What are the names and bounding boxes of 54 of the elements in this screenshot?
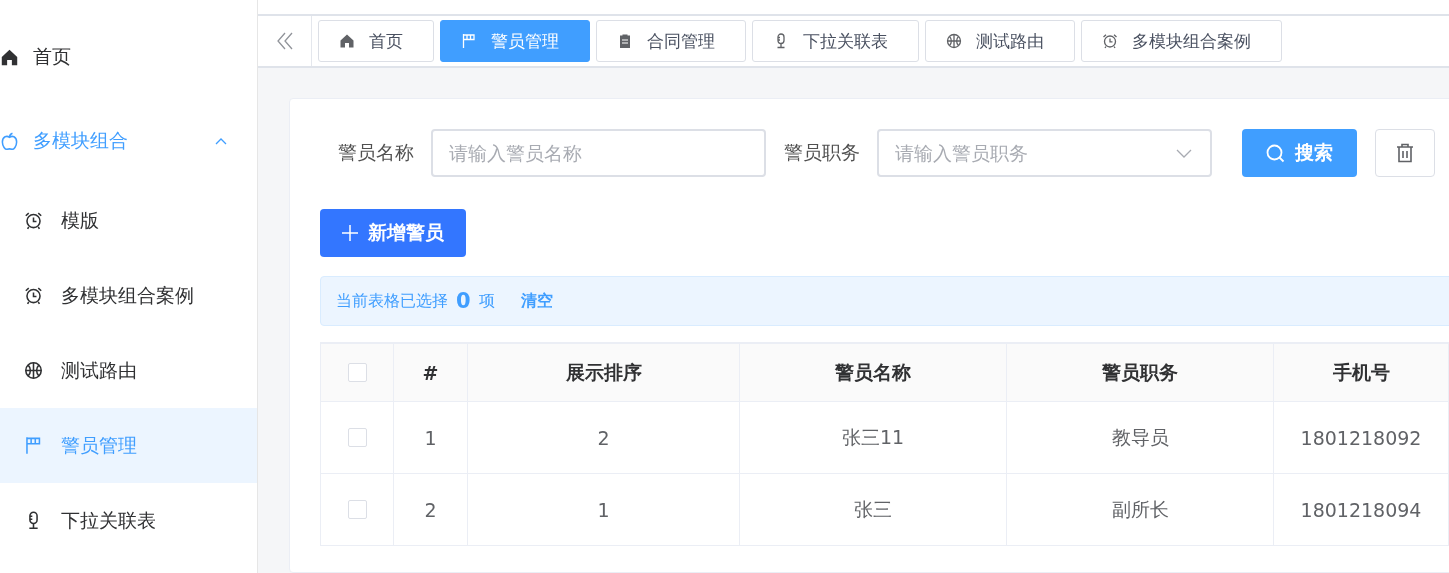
checkbox[interactable] — [347, 363, 367, 382]
basketball-icon — [946, 33, 962, 49]
field-label: 警员职务 — [784, 140, 860, 165]
basketball-icon — [24, 361, 43, 380]
checkbox[interactable] — [347, 428, 367, 447]
column-header: 警员名称 — [740, 344, 1007, 402]
select-field[interactable]: 请输入警员职务 — [877, 129, 1212, 177]
flag-icon — [461, 33, 477, 49]
home-icon — [339, 33, 355, 49]
tab[interactable]: 合同管理 — [596, 20, 746, 62]
selection-text: 项 — [478, 290, 495, 312]
trash-icon — [1396, 143, 1414, 163]
chevron-up-icon — [215, 137, 227, 145]
flag-icon — [24, 436, 43, 455]
table-cell: 1 — [468, 474, 740, 546]
table-cell: 1 — [394, 402, 468, 474]
selection-text: 当前表格已选择 — [336, 290, 448, 312]
table-cell: 副所长 — [1007, 474, 1274, 546]
sidebar-item[interactable]: 模版 — [0, 183, 257, 258]
sidebar-item[interactable]: 下拉关联表 — [0, 483, 257, 558]
collapse-icon[interactable] — [276, 32, 293, 50]
sidebar-item[interactable]: 多模块组合案例 — [0, 258, 257, 333]
sidebar-item[interactable]: 首页 — [0, 15, 257, 99]
tab[interactable]: 测试路由 — [925, 20, 1075, 62]
table-cell: 1801218092 — [1274, 402, 1449, 474]
column-header: 手机号 — [1274, 344, 1449, 402]
selection-count: 0 — [456, 289, 471, 313]
clipboard-icon — [617, 33, 633, 49]
column-header: # — [394, 344, 468, 402]
delete-button[interactable] — [1375, 129, 1435, 177]
tab[interactable]: 多模块组合案例 — [1081, 20, 1282, 62]
sidebar-item[interactable]: 测试路由 — [0, 333, 257, 408]
field-label: 警员名称 — [338, 140, 414, 165]
plus-icon — [342, 225, 358, 241]
chevron-down-icon — [1176, 149, 1192, 158]
table-cell: 2 — [468, 402, 740, 474]
table-cell: 张三 — [740, 474, 1007, 546]
alarm-clock-icon — [24, 286, 43, 305]
apple-icon — [0, 131, 19, 151]
table-cell: 1801218094 — [1274, 474, 1449, 546]
input-field[interactable]: 请输入警员名称 — [431, 129, 766, 177]
tab[interactable]: 下拉关联表 — [752, 20, 919, 62]
column-header: 展示排序 — [468, 344, 740, 402]
alarm-clock-icon — [1102, 33, 1118, 49]
table-cell: 2 — [394, 474, 468, 546]
alarm-clock-icon — [24, 211, 43, 230]
table-cell: 张三11 — [740, 402, 1007, 474]
tab[interactable]: 首页 — [318, 20, 434, 62]
add-button[interactable]: 新增警员 — [320, 209, 466, 257]
table-cell: 教导员 — [1007, 402, 1274, 474]
checkbox[interactable] — [347, 500, 367, 519]
search-icon — [1266, 143, 1285, 163]
column-header: 警员职务 — [1007, 344, 1274, 402]
home-icon — [0, 47, 19, 67]
